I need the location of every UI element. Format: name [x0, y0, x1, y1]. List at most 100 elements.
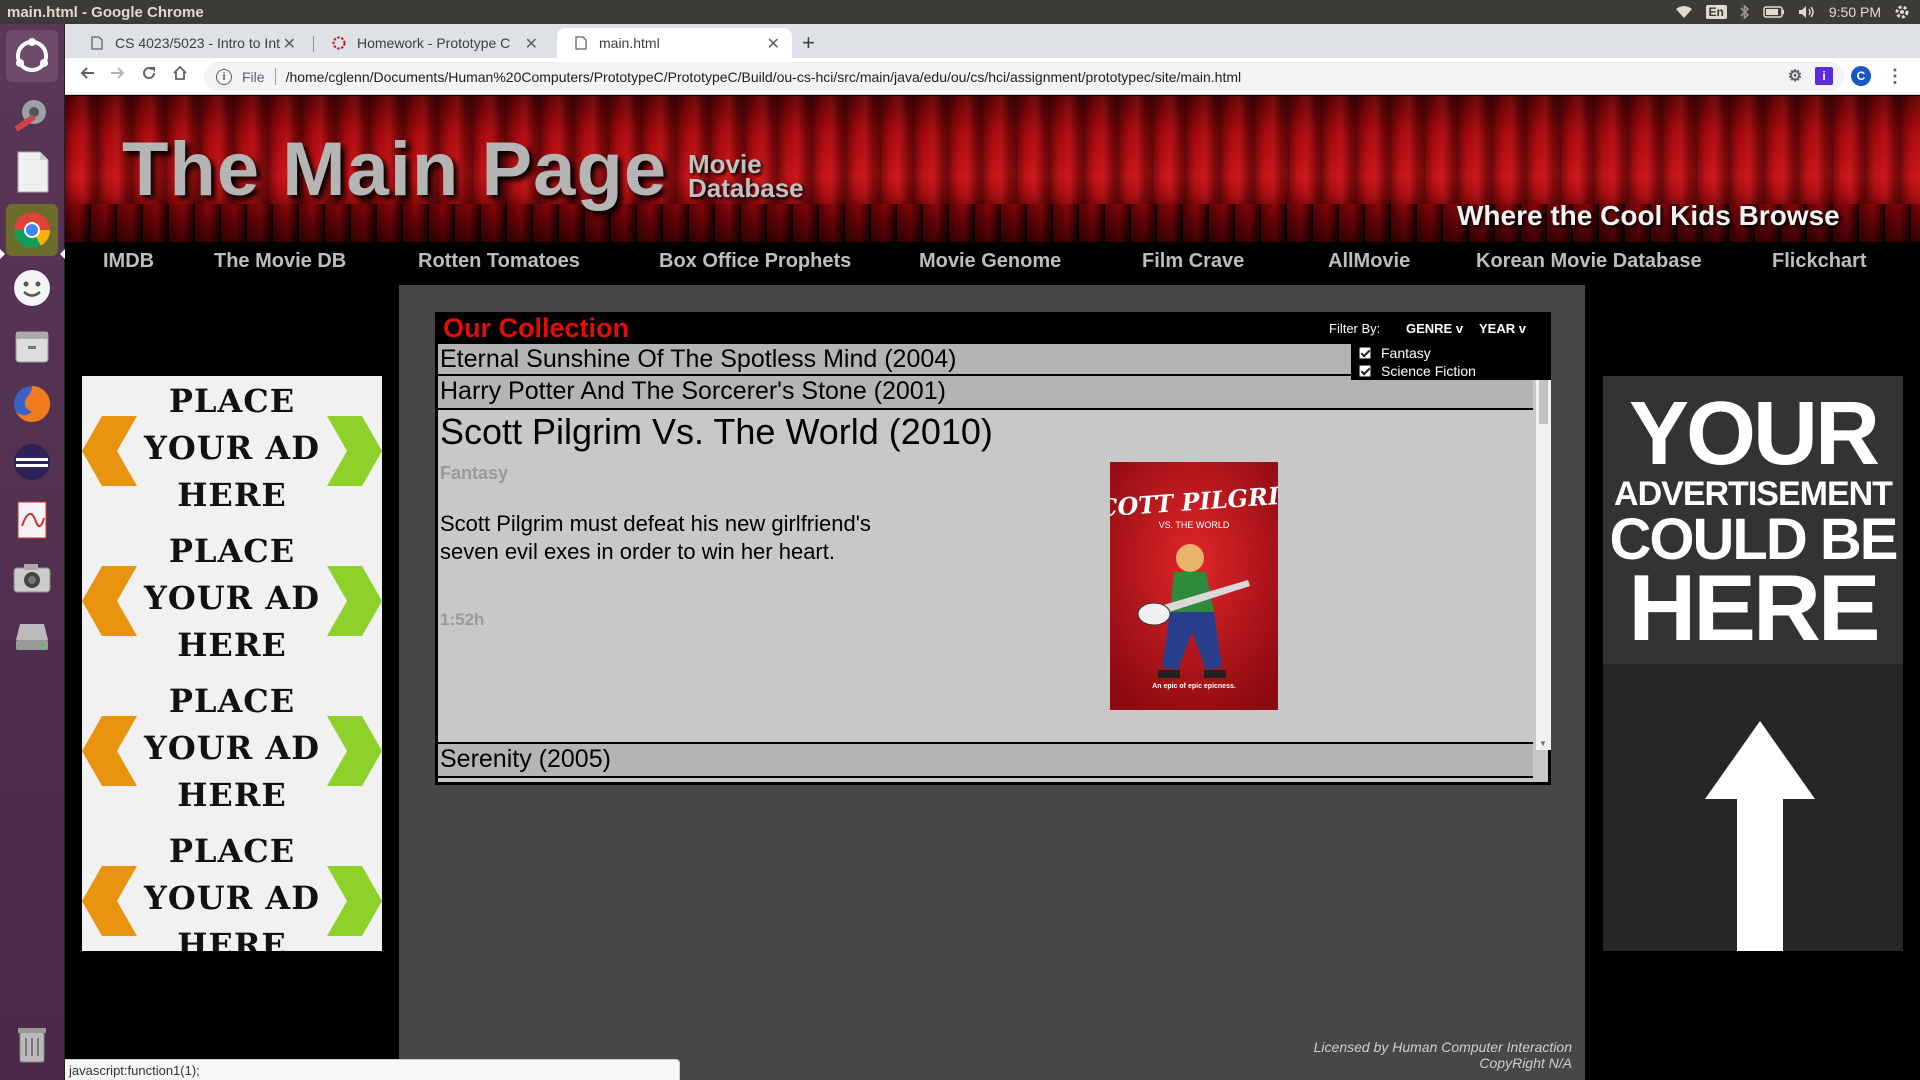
launcher-empathy-button[interactable]: [6, 262, 58, 314]
genre-option-fantasy[interactable]: Fantasy: [1359, 345, 1431, 361]
back-arrow-icon[interactable]: [79, 65, 95, 86]
ad-text-line2: YOUR AD: [144, 879, 320, 917]
launcher-screenshot-button[interactable]: [6, 552, 58, 604]
url-text[interactable]: /home/cglenn/Documents/Human%20Computers…: [286, 69, 1242, 85]
movie-row[interactable]: Serenity (2005): [438, 744, 1533, 778]
green-arrow-right-icon: [327, 716, 382, 786]
nav-link-movie-genome[interactable]: Movie Genome: [919, 250, 1061, 273]
settings-gear-icon[interactable]: [1894, 4, 1910, 20]
extension-puzzle-icon[interactable]: ⚙: [1786, 67, 1804, 85]
nav-link-allmovie[interactable]: AllMovie: [1328, 250, 1410, 273]
tab-label: main.html: [599, 35, 660, 51]
launcher-trash-button[interactable]: [6, 1018, 58, 1070]
close-tab-icon[interactable]: ✕: [525, 34, 538, 54]
tab-separator: [313, 36, 314, 52]
scroll-down-arrow-icon[interactable]: ▼: [1539, 739, 1547, 748]
ad-text-line1: PLACE: [168, 382, 296, 420]
launcher-disk-button[interactable]: [6, 610, 58, 662]
movie-row[interactable]: Harry Potter And The Sorcerer's Stone (2…: [438, 376, 1533, 410]
tab-cs4023[interactable]: CS 4023/5023 - Intro to Int ✕: [73, 28, 308, 58]
genre-option-label: Science Fiction: [1381, 363, 1476, 379]
launcher-chrome-button[interactable]: [6, 204, 58, 256]
ad-text-line1: PLACE: [168, 682, 296, 720]
close-tab-icon[interactable]: ✕: [767, 34, 780, 54]
address-bar[interactable]: i File /home/cglenn/Documents/Human%20Co…: [204, 62, 1844, 91]
launcher-text-editor-button[interactable]: [6, 146, 58, 198]
home-icon[interactable]: [172, 65, 188, 86]
system-tray: En 9:50 PM: [1675, 4, 1920, 20]
tab-main-html[interactable]: main.html ✕: [557, 28, 792, 58]
site-subtitle: Movie Database: [688, 151, 804, 201]
clock[interactable]: 9:50 PM: [1829, 4, 1881, 20]
wifi-icon[interactable]: [1675, 5, 1693, 19]
nav-link-the-movie-db[interactable]: The Movie DB: [214, 250, 346, 273]
nav-link-box-office-prophets[interactable]: Box Office Prophets: [659, 250, 851, 273]
nav-link-flickchart[interactable]: Flickchart: [1772, 250, 1866, 273]
nav-link-film-crave[interactable]: Film Crave: [1142, 250, 1244, 273]
orange-arrow-left-icon: [82, 416, 137, 486]
launcher-files-button[interactable]: [6, 320, 58, 372]
nav-link-korean-movie-database[interactable]: Korean Movie Database: [1476, 250, 1702, 273]
collection-title: Our Collection: [443, 313, 630, 343]
orange-arrow-left-icon: [82, 566, 137, 636]
smiley-icon: [14, 270, 50, 306]
reload-icon[interactable]: [141, 65, 157, 86]
movie-list[interactable]: Eternal Sunshine Of The Spotless Mind (2…: [438, 344, 1548, 782]
site-info-icon[interactable]: i: [216, 68, 232, 85]
site-navigation: IMDB The Movie DB Rotten Tomatoes Box Of…: [65, 242, 1920, 282]
movie-title: Harry Potter And The Sorcerer's Stone (2…: [440, 377, 946, 405]
os-top-panel: main.html - Google Chrome En 9:50 PM: [0, 0, 1920, 24]
ad-text-line3: HERE: [177, 926, 287, 951]
movie-poster-image[interactable]: SCOTT PILGRIM VS. THE WORLD An epic of e…: [1110, 462, 1278, 710]
genre-option-science-fiction[interactable]: Science Fiction: [1359, 363, 1476, 379]
launcher-dash-button[interactable]: [6, 30, 58, 82]
new-tab-plus-icon[interactable]: +: [802, 30, 815, 56]
bluetooth-icon[interactable]: [1740, 4, 1750, 20]
orange-arrow-left-icon: [82, 866, 137, 936]
checkbox-fantasy[interactable]: [1359, 347, 1371, 359]
movie-list-scrollbar[interactable]: ▼: [1536, 346, 1551, 750]
forward-arrow-icon[interactable]: [110, 65, 126, 86]
ad-banner-right[interactable]: YOUR ADVERTISEMENT COULD BE HERE: [1603, 376, 1903, 951]
volume-icon[interactable]: [1798, 5, 1816, 19]
nav-link-rotten-tomatoes[interactable]: Rotten Tomatoes: [418, 250, 580, 273]
document-icon: [89, 35, 105, 51]
nav-link-imdb[interactable]: IMDB: [103, 250, 154, 273]
site-tagline: Where the Cool Kids Browse: [1457, 200, 1840, 231]
launcher-document-viewer-button[interactable]: [6, 494, 58, 546]
keyboard-layout-indicator[interactable]: En: [1705, 5, 1727, 19]
eclipse-icon: [14, 444, 50, 480]
ad-text-line3: HERE: [177, 626, 287, 664]
chrome-menu-icon[interactable]: ⋮: [1886, 66, 1904, 86]
ad-text-line1: PLACE: [168, 532, 296, 570]
camera-icon: [13, 564, 51, 593]
tab-homework[interactable]: Homework - Prototype C ✕: [315, 28, 550, 58]
chrome-icon: [13, 212, 51, 249]
genre-filter-button[interactable]: GENRE v: [1406, 321, 1463, 336]
ad-text-line3: HERE: [177, 776, 287, 814]
site-banner: The Main Page Movie Database Where the C…: [65, 96, 1920, 242]
content-panel: Our Collection Filter By: GENRE v YEAR v…: [399, 285, 1585, 1080]
launcher-eclipse-button[interactable]: [6, 436, 58, 488]
launcher-system-tools-button[interactable]: [6, 88, 58, 140]
ad-right-line4: HERE: [1628, 555, 1880, 660]
close-tab-icon[interactable]: ✕: [283, 34, 296, 54]
trash-icon: [18, 1028, 46, 1063]
pdf-viewer-icon: [17, 501, 47, 539]
browser-tab-strip: CS 4023/5023 - Intro to Int ✕ Homework -…: [65, 24, 1920, 58]
launcher-firefox-button[interactable]: [6, 378, 58, 430]
checkbox-science-fiction[interactable]: [1359, 365, 1371, 377]
green-arrow-right-icon: [327, 866, 382, 936]
ad-banner-left[interactable]: PLACE YOUR AD HERE PLACE YOUR AD HERE PL…: [82, 376, 382, 951]
ad-text-line2: YOUR AD: [144, 429, 320, 467]
profile-avatar[interactable]: C: [1851, 66, 1871, 86]
ad-text-line2: YOUR AD: [144, 729, 320, 767]
extension-badge-icon[interactable]: i: [1815, 67, 1833, 85]
ad-text-line2: YOUR AD: [144, 579, 320, 617]
tab-label: CS 4023/5023 - Intro to Int: [115, 35, 280, 51]
year-filter-button[interactable]: YEAR v: [1479, 321, 1526, 336]
firefox-icon: [14, 385, 51, 422]
filter-label: Filter By:: [1329, 321, 1381, 336]
movie-row-expanded[interactable]: Scott Pilgrim Vs. The World (2010) Fanta…: [438, 410, 1533, 744]
battery-icon[interactable]: [1763, 6, 1785, 18]
